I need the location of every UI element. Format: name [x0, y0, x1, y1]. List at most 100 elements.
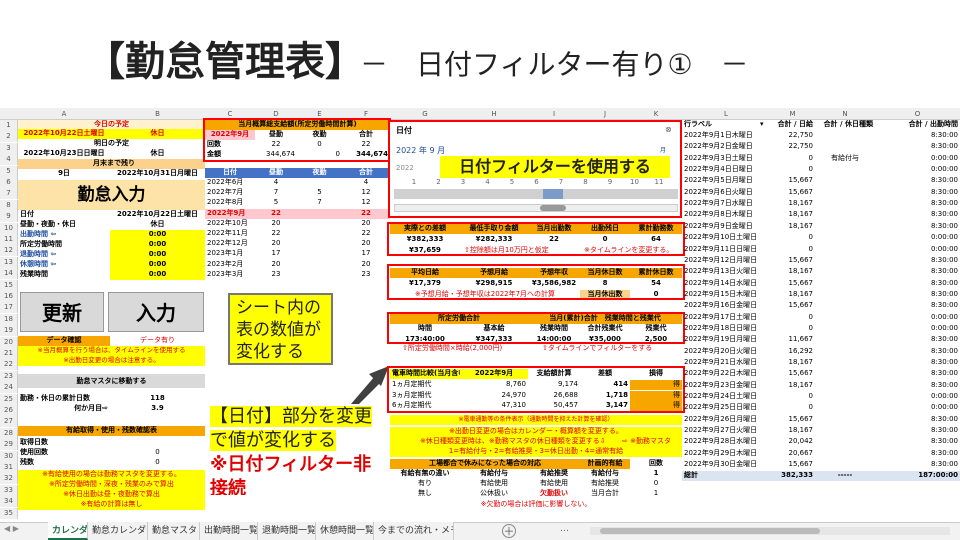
timeline-month-label[interactable]: 5 [504, 178, 520, 188]
col-header-b[interactable]: B [110, 108, 205, 120]
col-header-a[interactable]: A [18, 108, 110, 120]
pivot-cell[interactable]: 2022年9月15日木曜日 [682, 290, 770, 300]
row-header[interactable]: 21 [0, 348, 18, 359]
row-header[interactable]: 9 [0, 211, 18, 223]
pivot-cell[interactable]: 2022年9月20日火曜日 [682, 347, 770, 357]
update-button[interactable]: 更新 [20, 292, 104, 332]
input-button[interactable]: 入力 [108, 292, 204, 332]
pivot-cell[interactable]: 2022年9月28日水曜日 [682, 437, 770, 447]
sheet-tab[interactable]: カレンダー [48, 522, 88, 540]
select-all-corner[interactable] [0, 108, 18, 120]
left-row-value[interactable]: 0:00 [110, 230, 205, 240]
pivot-cell[interactable]: 2022年9月14日水曜日 [682, 279, 770, 289]
pivot-cell[interactable]: 2022年9月6日火曜日 [682, 188, 770, 198]
pivot-cell[interactable]: 2022年9月16日金曜日 [682, 301, 770, 311]
pivot-cell[interactable]: 2022年9月8日木曜日 [682, 210, 770, 220]
timeline-scroll-thumb[interactable] [540, 205, 566, 211]
timeline-month-label[interactable]: 7 [553, 178, 569, 188]
row-header[interactable]: 8 [0, 199, 18, 211]
row-header[interactable]: 10 [0, 222, 18, 234]
col-header-o[interactable]: O [875, 108, 960, 120]
timeline-month-label[interactable]: 2 [431, 178, 447, 188]
col-header-j[interactable]: J [580, 108, 630, 120]
row-header[interactable]: 2 [0, 131, 18, 143]
sheet-tab[interactable]: 退勤時間一覧 [258, 522, 316, 540]
left-row-value[interactable]: 0:00 [110, 240, 205, 250]
sheet-tab[interactable]: 今までの流れ・メモ [374, 522, 454, 540]
left-row-value[interactable]: 0:00 [110, 250, 205, 260]
add-sheet-button[interactable]: ＋ [502, 524, 516, 538]
left-row-value[interactable]: 0:00 [110, 270, 205, 280]
row-header[interactable]: 24 [0, 382, 18, 394]
timeline-month-label[interactable]: 10 [627, 178, 643, 188]
row-header[interactable]: 19 [0, 325, 18, 337]
timeline-selected-month[interactable] [543, 189, 563, 199]
row-header[interactable]: 14 [0, 268, 18, 280]
timeline-track[interactable] [394, 189, 678, 199]
row-header[interactable]: 28 [0, 427, 18, 439]
clear-filter-icon[interactable]: ⊗ [665, 125, 677, 135]
row-header[interactable]: 35 [0, 507, 18, 519]
row-header[interactable]: 30 [0, 450, 18, 462]
sheet-tab[interactable]: 出勤時間一覧 [200, 522, 258, 540]
pivot-cell[interactable]: 2022年9月5日月曜日 [682, 176, 770, 186]
timeline-scrollbar[interactable] [394, 204, 678, 212]
pivot-cell[interactable]: 2022年9月23日金曜日 [682, 381, 770, 391]
row-header[interactable]: 3 [0, 142, 18, 154]
col-header-i[interactable]: I [528, 108, 580, 120]
row-header[interactable]: 27 [0, 416, 18, 428]
timeline-month-label[interactable]: 9 [602, 178, 618, 188]
col-header-n[interactable]: N [815, 108, 875, 120]
row-header[interactable]: 34 [0, 496, 18, 508]
row-header[interactable]: 6 [0, 177, 18, 188]
pivot-cell[interactable]: 2022年9月10日土曜日 [682, 233, 770, 243]
pivot-cell[interactable]: 2022年9月30日金曜日 [682, 460, 770, 470]
pivot-cell[interactable]: 2022年9月25日日曜日 [682, 403, 770, 413]
col-header-k[interactable]: K [630, 108, 682, 120]
row-header[interactable]: 17 [0, 302, 18, 314]
pivot-cell[interactable]: 2022年9月26日月曜日 [682, 415, 770, 425]
row-header[interactable]: 13 [0, 256, 18, 268]
col-header-g[interactable]: G [390, 108, 460, 120]
row-header[interactable]: 29 [0, 439, 18, 451]
pivot-cell[interactable]: 2022年9月9日金曜日 [682, 222, 770, 232]
row-header[interactable]: 18 [0, 313, 18, 325]
pivot-cell[interactable]: 2022年9月24日土曜日 [682, 392, 770, 402]
pivot-cell[interactable]: 2022年9月29日木曜日 [682, 449, 770, 459]
pivot-cell[interactable]: 2022年9月4日日曜日 [682, 165, 770, 175]
row-header[interactable]: 23 [0, 370, 18, 382]
left-row-value[interactable]: 0:00 [110, 260, 205, 270]
pivot-cell[interactable]: 2022年9月12日月曜日 [682, 256, 770, 266]
date-value[interactable]: 2022年10月22日土曜日 [110, 210, 205, 220]
pivot-cell[interactable]: 2022年9月7日水曜日 [682, 199, 770, 209]
col-header-l[interactable]: L [682, 108, 770, 120]
tab-nav-arrows[interactable]: ◀ ▶ [4, 524, 44, 538]
pivot-cell[interactable]: 2022年9月11日日曜日 [682, 245, 770, 255]
horizontal-scroll-thumb[interactable] [600, 528, 820, 534]
timeline-month-label[interactable]: 6 [529, 178, 545, 188]
row-header[interactable]: 32 [0, 473, 18, 485]
pivot-cell[interactable]: 2022年9月13日火曜日 [682, 267, 770, 277]
row-header[interactable]: 25 [0, 393, 18, 405]
row-header[interactable]: 22 [0, 359, 18, 371]
pivot-cell[interactable]: 2022年9月27日火曜日 [682, 426, 770, 436]
note-master-link[interactable]: ⇨ ※勤務マスタ [620, 437, 682, 447]
col-header-m[interactable]: M [770, 108, 815, 120]
sheet-tab[interactable]: 勤怠カレンダー [88, 522, 148, 540]
row-header[interactable]: 20 [0, 336, 18, 348]
pivot-cell[interactable]: 2022年9月17日土曜日 [682, 313, 770, 323]
sheet-tab[interactable]: 休憩時間一覧 [316, 522, 374, 540]
row-header[interactable]: 5 [0, 165, 18, 177]
pivot-cell[interactable]: 2022年9月18日日曜日 [682, 324, 770, 334]
pivot-cell[interactable]: 2022年9月1日木曜日 [682, 131, 770, 141]
pivot-cell[interactable]: 2022年9月21日水曜日 [682, 358, 770, 368]
date-timeline-filter[interactable]: 日付 ⊗ 2022 年 9 月 月 2022 123456789101112 日… [388, 120, 682, 218]
pivot-cell[interactable]: 2022年9月3日土曜日 [682, 154, 770, 164]
tab-overflow[interactable]: … [560, 524, 580, 538]
pivot-cell[interactable]: 2022年9月19日月曜日 [682, 335, 770, 345]
row-header[interactable]: 15 [0, 279, 18, 291]
pivot-filter-icon[interactable]: ▾ [760, 120, 769, 130]
row-header[interactable]: 31 [0, 462, 18, 473]
row-header[interactable]: 4 [0, 154, 18, 166]
timeline-month-label[interactable]: 8 [578, 178, 594, 188]
